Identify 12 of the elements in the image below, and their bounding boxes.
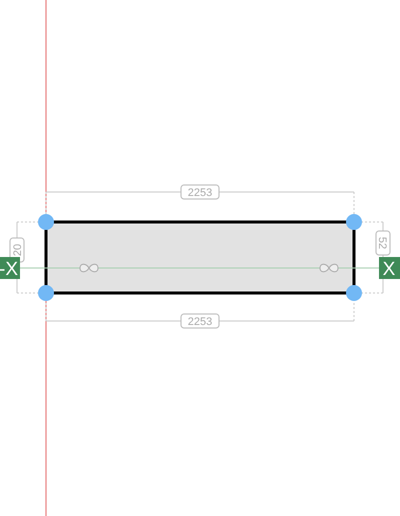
axis-badge[interactable]: -X bbox=[0, 257, 20, 280]
resize-handle[interactable] bbox=[38, 214, 54, 230]
resize-handle[interactable] bbox=[346, 214, 362, 230]
dimension-label: 52 bbox=[376, 230, 390, 256]
rectangle-shape[interactable] bbox=[44, 220, 356, 294]
axis-badge[interactable]: X bbox=[379, 257, 400, 280]
resize-handle[interactable] bbox=[38, 285, 54, 301]
dimension-label: 2253 bbox=[180, 184, 220, 200]
infinity-icon[interactable] bbox=[80, 264, 98, 272]
dimension-label: 2253 bbox=[180, 314, 220, 328]
infinity-icon[interactable] bbox=[320, 264, 338, 272]
resize-handle[interactable] bbox=[346, 285, 362, 301]
